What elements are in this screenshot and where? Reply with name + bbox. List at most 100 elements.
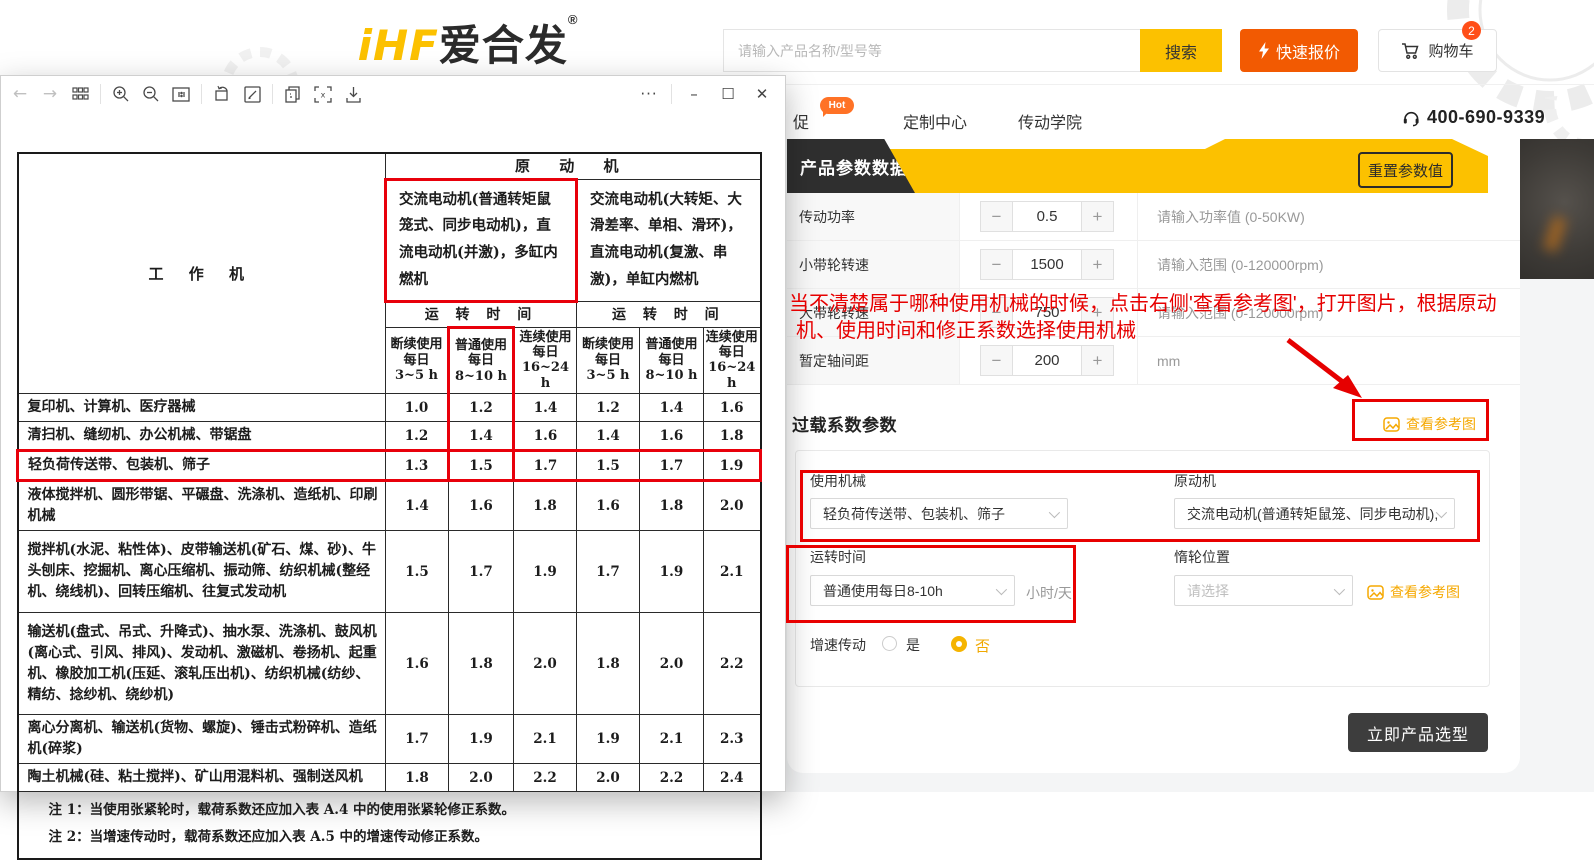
prime-mover-field-label: 原动机 (1174, 471, 1216, 491)
table-notes: 注 1：当使用张紧轮时，载荷系数还应加入表 A.4 中的使用张紧轮修正系数。 注… (18, 792, 761, 860)
zoom-in-icon[interactable] (106, 79, 136, 109)
svg-text:x: x (321, 90, 326, 99)
close-icon[interactable]: ✕ (745, 76, 779, 112)
see-more-icon[interactable]: ··· (632, 76, 666, 112)
prime-mover-header: 原 动 机 (386, 153, 761, 179)
nav-item-promo[interactable]: 促 (793, 109, 809, 133)
search-box (723, 29, 1140, 72)
rotate-icon[interactable] (207, 79, 237, 109)
zoom-out-icon[interactable] (136, 79, 166, 109)
gallery-grid-icon[interactable] (65, 79, 95, 109)
logo-name-text: 爱合发 (439, 22, 568, 69)
site-header: iHF爱合发® 自产直营FA工业传动平台 搜索 快速报价 购物车 2 (0, 0, 1594, 85)
plus-button[interactable]: + (1082, 202, 1113, 231)
table-row: 复印机、计算机、医疗器械 1.0 1.2 1.4 1.2 1.4 1.6 (18, 394, 761, 422)
overload-section-title: 过载系数参数 (792, 411, 897, 436)
forward-icon[interactable]: → (35, 79, 65, 109)
plus-button[interactable]: + (1082, 346, 1113, 375)
speedup-no-radio[interactable] (951, 636, 967, 652)
quick-quote-button[interactable]: 快速报价 (1240, 29, 1358, 72)
overload-panel (795, 450, 1490, 687)
annotation-arrow (1270, 336, 1380, 406)
window-controls: ··· – ☐ ✕ (632, 76, 779, 112)
chevron-down-icon (1049, 507, 1060, 518)
table-row: 清扫机、缝纫机、办公机械、带锯盘 1.2 1.4 1.6 1.4 1.6 1.8 (18, 422, 761, 451)
runtime-select[interactable]: 普通使用每日8-10h (810, 575, 1015, 606)
back-icon[interactable]: ← (5, 79, 35, 109)
axle-distance-stepper: − 200 + (980, 345, 1114, 376)
logo-ihf-text: iHF (358, 21, 439, 70)
machine-field-label: 使用机械 (810, 471, 866, 491)
text-extract-icon[interactable]: x (308, 79, 338, 109)
column-divider (1137, 241, 1138, 288)
viewer-titlebar: ← → (1, 76, 785, 112)
scanned-service-factor-table: 工 作 机 原 动 机 交流电动机(普通转矩鼠笼式、同步电动机)，直流电动机(并… (16, 152, 759, 860)
minimize-icon[interactable]: – (677, 76, 711, 112)
param-hint: mm (1157, 337, 1180, 384)
table-row: 输送机(盘式、吊式、升降式)、抽水泵、洗涤机、鼓风机(离心式、引风、排风)、发动… (18, 613, 761, 715)
start-selection-button[interactable]: 立即产品选型 (1348, 713, 1488, 752)
search-input[interactable] (724, 43, 1140, 59)
table-row: 离心分离机、输送机(货物、螺旋)、锤击式粉碎机、造纸机(碎浆) 1.7 1.9 … (18, 715, 761, 764)
column-divider (1137, 337, 1138, 384)
view-reference-link[interactable]: 查看参考图 (1383, 414, 1476, 434)
maximize-icon[interactable]: ☐ (711, 76, 745, 112)
picture-icon (1383, 417, 1400, 432)
prime-mover-type-a: 交流电动机(普通转矩鼠笼式、同步电动机)，直流电动机(并激)，多缸内燃机 (386, 179, 577, 301)
param-label: 暂定轴间距 (787, 337, 960, 384)
work-machine-header: 工 作 机 (18, 153, 386, 394)
annotation-line-2: 机、使用时间和修正系数选择使用机械 (796, 314, 1136, 343)
headset-icon (1402, 109, 1420, 127)
actual-size-icon[interactable] (166, 79, 196, 109)
small-pulley-value[interactable]: 1500 (1012, 250, 1082, 279)
plus-button[interactable]: + (1082, 250, 1113, 279)
usage-header: 连续使用每日16~24 h (704, 327, 761, 393)
usage-header: 断续使用每日3~5 h (386, 327, 449, 393)
idler-view-reference-link[interactable]: 查看参考图 (1367, 582, 1460, 602)
table-row: 陶土机械(硅、粘土搅拌)、矿山用混料机、强制送风机 1.8 2.0 2.2 2.… (18, 764, 761, 792)
idler-field-label: 惰轮位置 (1174, 547, 1230, 567)
note-1: 注 1：当使用张紧轮时，载荷系数还应加入表 A.4 中的使用张紧轮修正系数。 (49, 797, 754, 824)
usage-header: 连续使用每日16~24 h (514, 327, 577, 393)
logo-registered-mark: ® (568, 12, 579, 27)
param-label: 传动功率 (787, 193, 960, 240)
minus-button[interactable]: − (981, 346, 1012, 375)
cart-count-badge: 2 (1462, 21, 1481, 40)
usage-header: 普通使用每日8~10 h (640, 327, 704, 393)
column-divider (1137, 193, 1138, 240)
table-notes-row: 注 1：当使用张紧轮时，载荷系数还应加入表 A.4 中的使用张紧轮修正系数。 注… (18, 792, 761, 860)
nav-item-drive-academy[interactable]: 传动学院 (1018, 109, 1082, 133)
machine-select[interactable]: 轻负荷传送带、包装机、筛子 (810, 498, 1068, 529)
chevron-down-icon (996, 584, 1007, 595)
minus-button[interactable]: − (981, 202, 1012, 231)
prime-mover-select[interactable]: 交流电动机(普通转矩鼠笼、同步电动机), (1174, 498, 1455, 529)
speedup-yes-radio[interactable] (882, 636, 897, 651)
table-row: 搅拌机(水泥、粘性体)、皮带输送机(矿石、煤、砂)、牛头刨床、挖掘机、离心压缩机… (18, 531, 761, 613)
toolbar-divider (272, 84, 273, 104)
panel-title: 产品参数数据 (787, 154, 908, 179)
table-row-highlighted: 轻负荷传送带、包装机、筛子 1.3 1.5 1.7 1.5 1.7 1.9 (18, 451, 761, 481)
idler-select[interactable]: 请选择 (1174, 575, 1353, 606)
phone-number: 400-690-9339 (1427, 107, 1545, 128)
table-row: 液体搅拌机、圆形带锯、平碾盘、洗涤机、造纸机、印刷机械 1.4 1.6 1.8 … (18, 481, 761, 531)
power-value[interactable]: 0.5 (1012, 202, 1082, 231)
runtime-header-left: 运 转 时 间 (386, 301, 577, 327)
speedup-yes-label[interactable]: 是 (906, 635, 920, 655)
small-pulley-stepper: − 1500 + (980, 249, 1114, 280)
axle-distance-value[interactable]: 200 (1012, 346, 1082, 375)
lightning-icon (1258, 42, 1270, 59)
annotation-line-1: 当不清楚属于哪种使用机械的时候，点击右侧'查看参考图'，打开图片，根据原动 (789, 287, 1497, 316)
save-icon[interactable] (338, 79, 368, 109)
param-row-power: 传动功率 − 0.5 + 请输入功率值 (0-50KW) (787, 193, 1520, 241)
copy-icon[interactable] (278, 79, 308, 109)
reset-params-button[interactable]: 重置参数值 (1358, 152, 1453, 188)
photo-highlight (1543, 216, 1567, 253)
usage-header: 断续使用每日3~5 h (577, 327, 640, 393)
nav-item-custom-center[interactable]: 定制中心 (903, 109, 967, 133)
speedup-no-label[interactable]: 否 (975, 635, 990, 656)
minus-button[interactable]: − (981, 250, 1012, 279)
search-button[interactable]: 搜索 (1140, 29, 1222, 72)
edit-icon[interactable] (237, 79, 267, 109)
prime-mover-type-b: 交流电动机(大转矩、大滑差率、单相、滑环)，直流电动机(复激、串激)，单缸内燃机 (577, 179, 761, 301)
power-stepper: − 0.5 + (980, 201, 1114, 232)
